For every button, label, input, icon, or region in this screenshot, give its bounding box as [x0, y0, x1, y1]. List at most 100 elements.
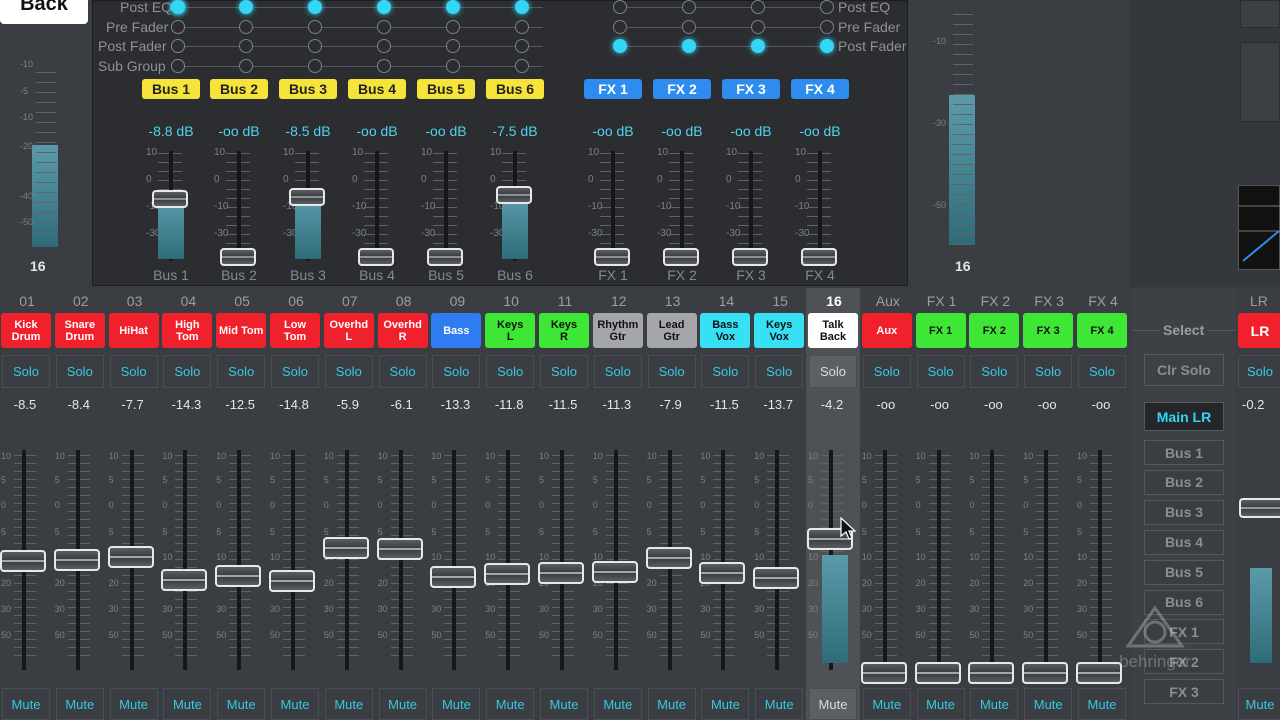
fader-cap[interactable] [914, 662, 961, 684]
solo-button[interactable]: Solo [217, 355, 266, 388]
channel-name-tag[interactable]: FX 4 [1077, 313, 1127, 348]
clear-solo-button[interactable]: Clr Solo [1144, 354, 1224, 386]
mute-button[interactable]: Mute [55, 688, 104, 720]
mute-button[interactable]: Mute [324, 688, 373, 720]
fader-cap[interactable] [645, 547, 692, 569]
channel-name-tag[interactable]: Overhd R [377, 313, 428, 348]
channel-name-tag[interactable]: Snare Drum [54, 313, 105, 348]
solo-button[interactable]: Solo [486, 355, 535, 388]
mute-button[interactable]: Mute [540, 688, 588, 720]
solo-button[interactable]: Solo [970, 355, 1019, 388]
solo-button[interactable]: Solo [2, 355, 50, 388]
solo-button[interactable]: Solo [593, 355, 642, 388]
select-bus-button[interactable]: FX 3 [1144, 679, 1224, 705]
fader-scale-label: 10 [861, 451, 872, 461]
solo-button[interactable]: Solo [163, 355, 212, 388]
fader-cap[interactable] [215, 565, 262, 587]
channel-name-tag[interactable]: Kick Drum [1, 313, 51, 348]
mute-button[interactable]: Mute [486, 688, 535, 720]
fader-cap[interactable] [0, 550, 46, 572]
fader-cap[interactable] [269, 570, 315, 592]
mute-button[interactable]: Mute [647, 688, 696, 720]
fader-rail [560, 450, 564, 670]
select-bus-button[interactable]: Bus 3 [1144, 499, 1224, 525]
mute-button[interactable]: Mute [970, 688, 1019, 720]
solo-button[interactable]: Solo [271, 355, 319, 388]
solo-button[interactable]: Solo [916, 355, 965, 388]
channel-name-tag[interactable]: Low Tom [270, 313, 320, 348]
mute-button[interactable]: Mute [755, 688, 804, 720]
mute-button[interactable]: Mute [916, 688, 965, 720]
mute-button[interactable]: Mute [1024, 688, 1073, 720]
mute-button[interactable]: Mute [109, 688, 158, 720]
channel-name-tag[interactable]: FX 3 [1023, 313, 1074, 348]
channel-name-tag[interactable]: Aux [861, 313, 912, 348]
fader-cap[interactable] [968, 662, 1015, 684]
mute-button[interactable]: Mute [432, 688, 481, 720]
solo-button[interactable]: Solo [1078, 355, 1126, 388]
lr-fader-cap[interactable] [1239, 498, 1280, 518]
fader-cap[interactable] [430, 566, 477, 588]
fader-cap[interactable] [53, 549, 100, 571]
fader-cap[interactable] [591, 561, 638, 583]
mute-button[interactable]: Mute [378, 688, 427, 720]
solo-button[interactable]: Solo [378, 355, 427, 388]
channel-name-tag[interactable]: Rhythm Gtr [592, 313, 643, 348]
channel-name-tag[interactable]: Overhd L [323, 313, 374, 348]
solo-button[interactable]: Solo [809, 355, 857, 388]
solo-button[interactable]: Solo [1024, 355, 1073, 388]
solo-button[interactable]: Solo [862, 355, 911, 388]
solo-button[interactable]: Solo [540, 355, 588, 388]
fader-cap[interactable] [538, 562, 584, 584]
main-lr-select-button[interactable]: Main LR [1144, 402, 1224, 431]
fader-scale-label: 5 [162, 475, 168, 485]
select-bus-button[interactable]: Bus 5 [1144, 559, 1224, 585]
fader-cap[interactable] [161, 569, 208, 591]
solo-button[interactable]: Solo [55, 355, 104, 388]
mute-button[interactable]: Mute [1078, 688, 1126, 720]
solo-button[interactable]: Solo [432, 355, 481, 388]
channel-level: -8.5 [13, 397, 37, 412]
lr-name-tag[interactable]: LR [1238, 313, 1280, 348]
channel-level: -oo [876, 397, 896, 412]
select-bus-button[interactable]: Bus 4 [1144, 529, 1224, 555]
select-bus-button[interactable]: Bus 1 [1144, 440, 1224, 465]
solo-button[interactable]: Solo [324, 355, 373, 388]
fader-cap[interactable] [322, 537, 369, 559]
channel-name-tag[interactable]: Keys Vox [754, 313, 805, 348]
fader-cap[interactable] [484, 563, 531, 585]
mute-button[interactable]: Mute [862, 688, 911, 720]
channel-name-tag[interactable]: Keys L [485, 313, 536, 348]
solo-button[interactable]: Solo [701, 355, 750, 388]
fader-scale-label: 20 [969, 578, 980, 588]
channel-name-tag[interactable]: FX 2 [969, 313, 1020, 348]
channel-name-tag[interactable]: Lead Gtr [646, 313, 697, 348]
fader-cap[interactable] [376, 538, 423, 560]
mute-button[interactable]: Mute [809, 688, 857, 720]
lr-solo-button[interactable]: Solo [1238, 355, 1280, 388]
fader-cap[interactable] [107, 546, 154, 568]
fader-cap[interactable] [860, 662, 907, 684]
fader-cap[interactable] [1022, 662, 1069, 684]
channel-name-tag[interactable]: Keys R [539, 313, 589, 348]
solo-button[interactable]: Solo [755, 355, 804, 388]
fader-cap[interactable] [699, 562, 746, 584]
solo-button[interactable]: Solo [647, 355, 696, 388]
fader-cap[interactable] [753, 567, 800, 589]
mute-button[interactable]: Mute [2, 688, 50, 720]
channel-name-tag[interactable]: Mid Tom [216, 313, 267, 348]
select-bus-button[interactable]: Bus 2 [1144, 469, 1224, 495]
mute-button[interactable]: Mute [593, 688, 642, 720]
mute-button[interactable]: Mute [163, 688, 212, 720]
lr-mute-button[interactable]: Mute [1238, 688, 1280, 720]
channel-name-tag[interactable]: Bass Vox [700, 313, 751, 348]
mute-button[interactable]: Mute [701, 688, 750, 720]
channel-name-tag[interactable]: HiHat [108, 313, 159, 348]
channel-name-tag[interactable]: FX 1 [915, 313, 966, 348]
channel-name-tag[interactable]: Talk Back [808, 313, 858, 348]
channel-name-tag[interactable]: High Tom [162, 313, 213, 348]
solo-button[interactable]: Solo [109, 355, 158, 388]
mute-button[interactable]: Mute [271, 688, 319, 720]
channel-name-tag[interactable]: Bass [431, 313, 482, 348]
mute-button[interactable]: Mute [217, 688, 266, 720]
